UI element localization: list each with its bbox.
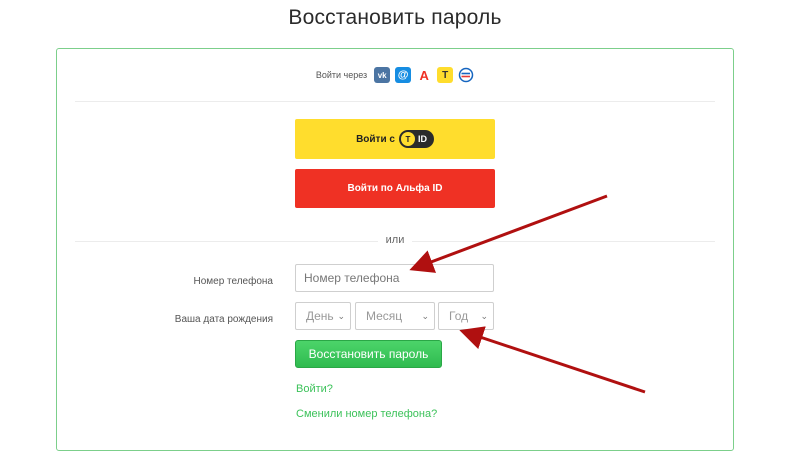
social-login-label: Войти через xyxy=(315,70,368,80)
divider-top xyxy=(75,101,715,102)
vk-icon[interactable]: vk xyxy=(374,67,391,83)
phone-label: Номер телефона xyxy=(193,276,273,287)
tid-shield-icon: T xyxy=(400,132,415,146)
tid-icon[interactable]: T xyxy=(437,67,454,83)
tid-login-button[interactable]: Войти с T ID xyxy=(295,119,495,159)
dob-label: Ваша дата рождения xyxy=(174,314,273,325)
day-select[interactable]: День ⌄ xyxy=(295,302,351,330)
page-title: Восстановить пароль xyxy=(288,6,502,29)
tid-badge-text: ID xyxy=(417,134,427,144)
day-select-value: День xyxy=(306,309,334,323)
changed-phone-link[interactable]: Сменили номер телефона? xyxy=(296,408,437,420)
month-select[interactable]: Месяц ⌄ xyxy=(355,302,435,330)
chevron-down-icon: ⌄ xyxy=(480,310,488,321)
tid-badge: T ID xyxy=(398,130,434,148)
gosuslugi-icon[interactable] xyxy=(458,67,475,83)
restore-password-button[interactable]: Восстановить пароль xyxy=(295,340,442,368)
chevron-down-icon: ⌄ xyxy=(337,310,345,321)
alfa-id-login-button[interactable]: Войти по Альфа ID xyxy=(295,169,495,208)
or-separator: или xyxy=(57,234,733,246)
restore-card: Войти через vk @ А T Войти с T ID Войти … xyxy=(56,48,734,451)
year-select-value: Год xyxy=(449,309,469,323)
social-login-row: Войти через vk @ А T xyxy=(57,67,733,83)
month-select-value: Месяц xyxy=(366,309,403,323)
login-link[interactable]: Войти? xyxy=(296,383,333,395)
or-text: или xyxy=(377,234,413,246)
year-select[interactable]: Год ⌄ xyxy=(438,302,494,330)
alfa-icon[interactable]: А xyxy=(416,67,433,83)
mail-icon[interactable]: @ xyxy=(395,67,412,83)
phone-input[interactable] xyxy=(295,264,494,292)
chevron-down-icon: ⌄ xyxy=(421,310,429,321)
tid-login-label: Войти с xyxy=(356,133,395,145)
